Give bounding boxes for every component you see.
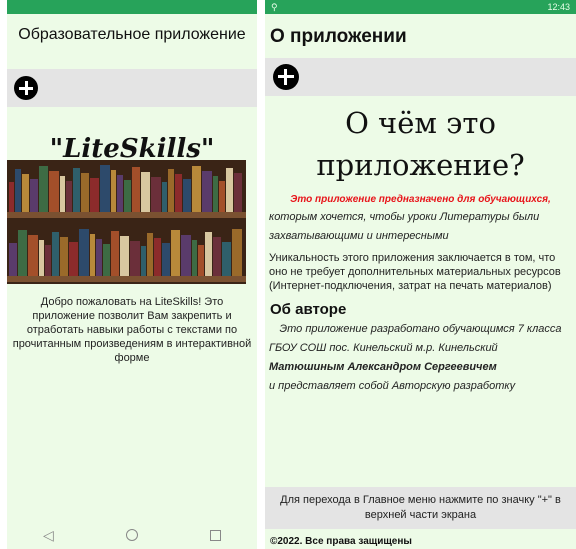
book-spine xyxy=(234,173,242,212)
book-spine xyxy=(154,238,161,276)
book-spine xyxy=(226,168,233,212)
author-line-2: ГБОУ СОШ пос. Кинельский м.р. Кинельский xyxy=(269,342,498,354)
book-spine xyxy=(168,169,174,212)
book-spine xyxy=(162,182,167,212)
book-spine xyxy=(202,171,212,212)
book-spine xyxy=(117,175,123,212)
book-spine xyxy=(22,174,29,212)
navigation-hint: Для перехода в Главное меню нажмите по з… xyxy=(265,487,576,529)
book-spine xyxy=(219,181,225,212)
book-spine xyxy=(147,233,153,276)
book-spine xyxy=(39,240,44,276)
main-screen: Образовательное приложение "LiteSkills" … xyxy=(7,0,257,549)
book-spine xyxy=(28,235,38,276)
audience-highlight: Это приложение предназначено для обучающ… xyxy=(290,194,551,205)
system-nav-bar: ◁ xyxy=(7,521,257,549)
book-spine xyxy=(81,173,89,212)
book-spine xyxy=(162,243,170,276)
book-spine xyxy=(175,174,182,212)
author-heading: Об авторе xyxy=(270,301,347,318)
book-spine xyxy=(60,176,65,212)
status-bar xyxy=(7,0,257,14)
back-icon[interactable]: ◁ xyxy=(43,527,54,544)
status-time: 12:43 xyxy=(547,2,570,12)
book-spine xyxy=(130,241,140,276)
book-spine xyxy=(90,234,95,276)
book-spine xyxy=(49,171,59,212)
bookshelf-image xyxy=(7,160,246,284)
status-bar: ⚲ 12:43 xyxy=(265,0,576,14)
book-spine xyxy=(213,176,218,212)
book-spine xyxy=(181,235,191,276)
book-spine xyxy=(141,246,146,276)
audience-line-1: которым хочется, чтобы уроки Литературы … xyxy=(269,211,540,223)
book-spine xyxy=(222,242,231,276)
book-spine xyxy=(111,170,116,212)
book-spine xyxy=(30,179,38,212)
book-spine xyxy=(45,245,51,276)
page-title: Образовательное приложение xyxy=(18,26,246,43)
book-spine xyxy=(90,178,99,212)
page-title: О приложении xyxy=(270,26,407,47)
book-spine xyxy=(205,232,212,276)
about-screen: ⚲ 12:43 О приложении О чём это приложени… xyxy=(265,0,576,549)
book-spine xyxy=(9,243,17,276)
search-icon: ⚲ xyxy=(271,2,278,12)
toolbar xyxy=(265,58,576,96)
book-spine xyxy=(66,181,72,212)
toolbar xyxy=(7,69,257,107)
book-spine xyxy=(183,179,191,212)
book-spine xyxy=(100,165,110,212)
book-spine xyxy=(73,168,80,212)
book-spine xyxy=(171,230,180,276)
welcome-text: Добро пожаловать на LiteSkills! Это прил… xyxy=(12,296,252,364)
book-spine xyxy=(69,242,78,276)
book-spine xyxy=(132,167,140,212)
book-spine xyxy=(15,169,21,212)
author-name: Матюшиным Александром Сергеевичем xyxy=(269,361,497,373)
book-spine xyxy=(103,244,110,276)
book-spine xyxy=(111,231,119,276)
author-line-1: Это приложение разработано обучающимся 7… xyxy=(279,323,562,335)
book-spine xyxy=(96,239,102,276)
author-line-3: и представляет собой Авторскую разработк… xyxy=(269,380,516,392)
book-spine xyxy=(192,240,197,276)
copyright: ©2022. Все права защищены xyxy=(270,536,412,547)
book-spine xyxy=(79,229,89,276)
audience-line-2: захватывающими и интересными xyxy=(269,230,449,242)
uniqueness-text: Уникальность этого приложения заключаетс… xyxy=(269,252,561,292)
book-spine xyxy=(151,177,161,212)
home-icon[interactable] xyxy=(125,529,138,541)
book-spine xyxy=(9,182,14,212)
plus-icon[interactable] xyxy=(14,76,38,100)
book-spine xyxy=(39,166,48,212)
plus-icon[interactable] xyxy=(273,64,299,90)
recents-icon[interactable] xyxy=(209,529,221,541)
about-heading: О чём это приложение? xyxy=(316,106,525,182)
book-spine xyxy=(141,172,150,212)
book-spine xyxy=(213,237,221,276)
book-spine xyxy=(60,237,68,276)
book-spine xyxy=(52,232,59,276)
book-spine xyxy=(192,166,201,212)
book-spine xyxy=(198,245,204,276)
book-spine xyxy=(18,230,27,276)
book-spine xyxy=(232,229,242,276)
book-spine xyxy=(120,236,129,276)
book-spine xyxy=(124,180,131,212)
